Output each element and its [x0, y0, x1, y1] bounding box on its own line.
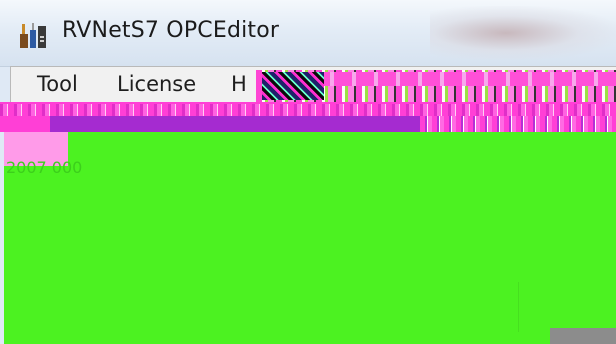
glitch-artifact-strip-top — [320, 72, 616, 86]
menu-help[interactable]: H — [231, 72, 247, 96]
menu-license[interactable]: License — [117, 72, 196, 96]
faint-content-label: 2007 000 — [6, 158, 83, 177]
titlebar-blur — [430, 6, 616, 60]
content-area — [4, 132, 616, 344]
status-corner — [550, 328, 616, 344]
glitch-band-noise-right — [420, 116, 616, 132]
application-window: RVNetS7 OPCEditor Tool License H 2007 00… — [0, 0, 616, 344]
title-bar[interactable]: RVNetS7 OPCEditor — [0, 0, 616, 67]
glitch-band-noise — [0, 104, 616, 116]
glitch-band-purple — [50, 116, 470, 132]
menu-tool[interactable]: Tool — [37, 72, 78, 96]
faint-divider — [518, 282, 519, 332]
glitch-artifact-block — [262, 72, 324, 100]
window-title: RVNetS7 OPCEditor — [62, 18, 280, 43]
toolbox-app-icon — [18, 22, 50, 50]
